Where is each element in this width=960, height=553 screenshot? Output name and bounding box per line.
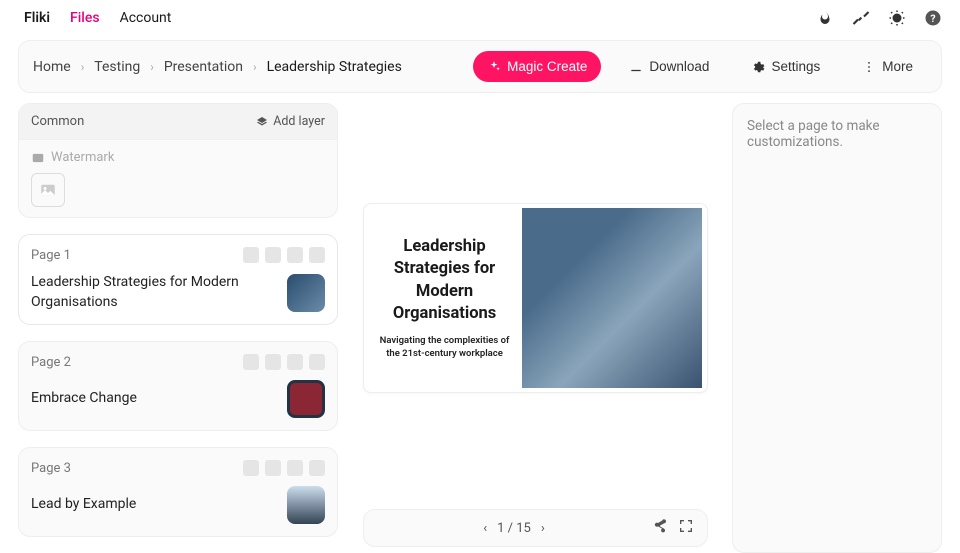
tools-icon[interactable] <box>852 9 870 27</box>
more-button[interactable]: More <box>848 51 927 82</box>
chevron-right-icon: › <box>81 60 85 74</box>
common-label: Common <box>31 114 84 129</box>
right-panel-text: Select a page to make customizations. <box>747 118 880 150</box>
add-layer-label: Add layer <box>273 114 325 129</box>
page-3-title: Lead by Example <box>31 495 136 515</box>
magic-create-button[interactable]: Magic Create <box>473 51 601 82</box>
settings-label: Settings <box>771 59 820 74</box>
brand[interactable]: Fliki <box>18 10 50 26</box>
crumb-home[interactable]: Home <box>33 59 71 75</box>
page-2-thumb <box>287 380 325 418</box>
help-icon[interactable]: ? <box>924 9 942 27</box>
watermark-row[interactable]: Watermark <box>31 150 325 165</box>
pager-prev[interactable]: ‹ <box>483 521 487 536</box>
common-panel: Common Add layer Watermark <box>18 103 338 218</box>
page-2-title: Embrace Change <box>31 389 137 409</box>
watermark-label: Watermark <box>51 150 114 165</box>
fullscreen-icon[interactable] <box>678 518 694 538</box>
page-1-title: Leadership Strategies for Modern Organis… <box>31 273 277 312</box>
svg-text:?: ? <box>930 12 935 25</box>
page-3-thumb <box>287 486 325 524</box>
sun-icon[interactable] <box>888 9 906 27</box>
pager-text: 1 / 15 <box>497 521 531 536</box>
share-icon[interactable] <box>652 518 668 538</box>
brand-text: Fliki <box>24 10 50 26</box>
settings-button[interactable]: Settings <box>737 51 834 82</box>
slide-image <box>522 208 703 388</box>
breadcrumb-bar: Home › Testing › Presentation › Leadersh… <box>18 40 942 93</box>
chevron-right-icon: › <box>253 60 257 74</box>
more-label: More <box>882 59 913 74</box>
fire-icon[interactable] <box>816 9 834 27</box>
chevron-right-icon: › <box>150 60 154 74</box>
page-tools[interactable] <box>243 460 325 476</box>
slide-subtitle: Navigating the complexities of the 21st-… <box>378 335 512 360</box>
pager-bar: ‹ 1 / 15 › <box>363 509 708 547</box>
breadcrumb: Home › Testing › Presentation › Leadersh… <box>33 59 402 75</box>
page-1-thumb <box>287 274 325 312</box>
pager-next[interactable]: › <box>541 521 545 536</box>
add-layer-button[interactable]: Add layer <box>256 114 325 129</box>
nav-account[interactable]: Account <box>120 10 172 26</box>
crumb-presentation[interactable]: Presentation <box>164 59 243 75</box>
nav-files[interactable]: Files <box>70 10 100 26</box>
page-tools[interactable] <box>243 247 325 263</box>
download-label: Download <box>649 59 709 74</box>
page-tools[interactable] <box>243 354 325 370</box>
crumb-current[interactable]: Leadership Strategies <box>267 59 402 75</box>
download-button[interactable]: Download <box>615 51 723 82</box>
page-card-3[interactable]: Page 3 Lead by Example <box>18 447 338 537</box>
left-sidebar: Common Add layer Watermark Page 1 <box>18 103 338 553</box>
watermark-thumb[interactable] <box>31 173 65 207</box>
canvas-area: Leadership Strategies for Modern Organis… <box>356 103 714 553</box>
page-2-label: Page 2 <box>31 355 71 370</box>
right-panel: Select a page to make customizations. <box>732 103 942 553</box>
slide-title: Leadership Strategies for Modern Organis… <box>378 236 512 325</box>
page-card-2[interactable]: Page 2 Embrace Change <box>18 341 338 431</box>
page-1-label: Page 1 <box>31 248 71 263</box>
crumb-testing[interactable]: Testing <box>94 59 140 75</box>
page-3-label: Page 3 <box>31 461 71 476</box>
slide-canvas[interactable]: Leadership Strategies for Modern Organis… <box>363 203 708 393</box>
magic-create-label: Magic Create <box>507 59 587 74</box>
page-card-1[interactable]: Page 1 Leadership Strategies for Modern … <box>18 234 338 325</box>
